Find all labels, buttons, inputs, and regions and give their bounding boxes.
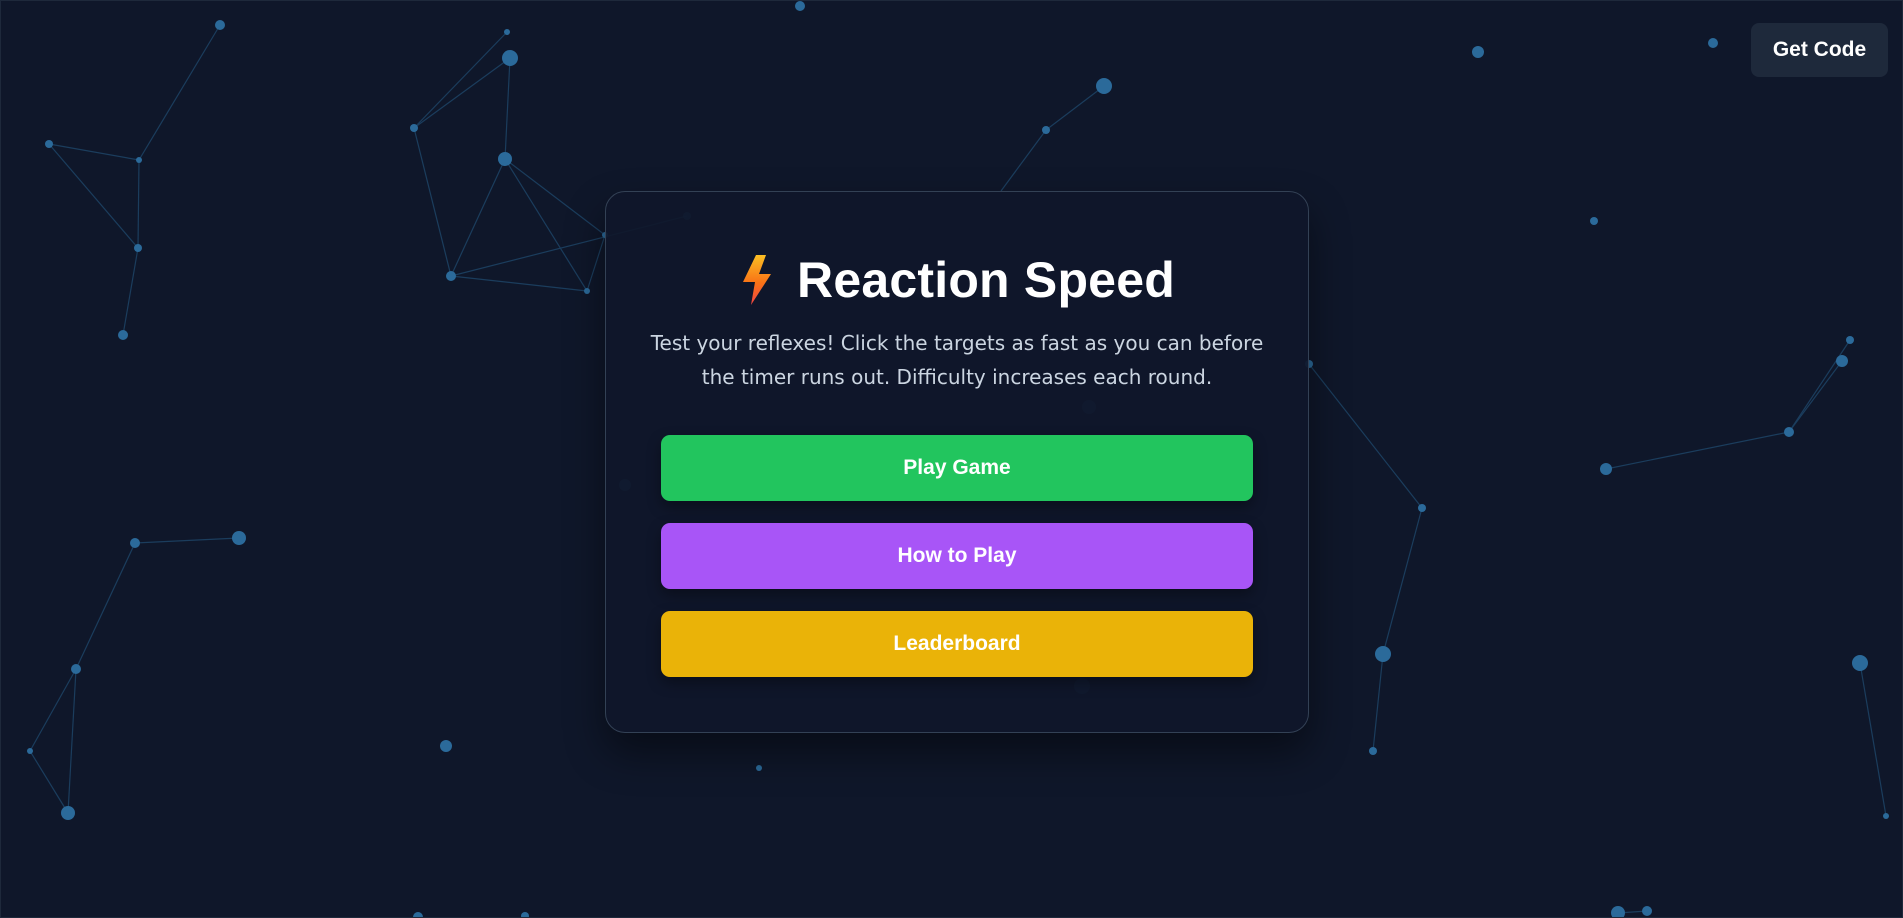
game-description: Test your reflexes! Click the targets as… — [650, 331, 1264, 389]
leaderboard-button[interactable]: Leaderboard — [661, 611, 1253, 677]
app-window: Get Code Reaction Speed Test your reflex… — [0, 0, 1903, 918]
lightning-bolt-icon — [743, 255, 772, 305]
get-code-button[interactable]: Get Code — [1751, 23, 1888, 77]
title-row: Reaction Speed — [606, 250, 1308, 310]
start-menu-card: Reaction Speed Test your reflexes! Click… — [605, 191, 1309, 733]
page-title: Reaction Speed — [797, 252, 1175, 308]
play-game-button[interactable]: Play Game — [661, 435, 1253, 501]
how-to-play-button[interactable]: How to Play — [661, 523, 1253, 589]
